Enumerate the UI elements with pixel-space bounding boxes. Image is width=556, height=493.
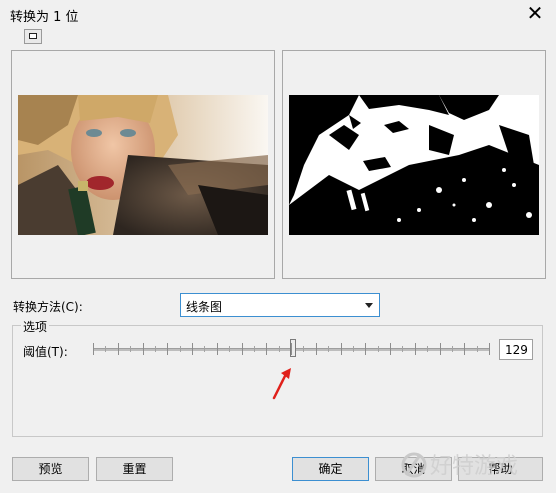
- conversion-method-label: 转换方法(C):: [13, 300, 83, 314]
- threshold-value-field[interactable]: 129: [499, 339, 533, 360]
- slider-minor-tick: [254, 346, 255, 352]
- split-view-icon[interactable]: [24, 29, 42, 44]
- slider-minor-tick: [402, 346, 403, 352]
- annotation-arrow-icon: [272, 368, 291, 400]
- slider-tick: [143, 343, 144, 355]
- close-button[interactable]: ✕: [524, 2, 546, 24]
- slider-tick: [464, 343, 465, 355]
- slider-minor-tick: [229, 346, 230, 352]
- slider-tick: [266, 343, 267, 355]
- slider-tick: [316, 343, 317, 355]
- slider-minor-tick: [477, 346, 478, 352]
- preview-button[interactable]: 预览: [12, 457, 89, 481]
- slider-minor-tick: [155, 346, 156, 352]
- slider-tick: [242, 343, 243, 355]
- slider-tick: [390, 343, 391, 355]
- options-group-title: 选项: [21, 318, 50, 335]
- slider-minor-tick: [427, 346, 428, 352]
- conversion-method-dropdown[interactable]: 线条图: [180, 293, 380, 317]
- original-preview-panel: [11, 50, 275, 279]
- threshold-label: 阈值(T):: [23, 345, 68, 359]
- slider-minor-tick: [303, 346, 304, 352]
- title-bar: 转换为 1 位 ✕: [0, 0, 556, 28]
- slider-tick: [291, 343, 292, 355]
- convert-to-1bit-dialog: 转换为 1 位 ✕ 转换方法(C): 线条图 选项 阈值(T): 129 预览 …: [0, 0, 556, 493]
- original-image: [18, 95, 268, 235]
- svg-text:好特游戏: 好特游戏: [430, 454, 518, 479]
- dialog-title: 转换为 1 位: [10, 10, 79, 25]
- result-preview-panel: [282, 50, 546, 279]
- conversion-method-value: 线条图: [186, 300, 223, 314]
- slider-tick: [341, 343, 342, 355]
- slider-minor-tick: [204, 346, 205, 352]
- slider-tick: [192, 343, 193, 355]
- slider-minor-tick: [452, 346, 453, 352]
- converted-image: [289, 95, 539, 235]
- slider-tick: [365, 343, 366, 355]
- slider-tick: [415, 343, 416, 355]
- reset-button[interactable]: 重置: [96, 457, 173, 481]
- threshold-value: 129: [505, 343, 528, 357]
- slider-minor-tick: [353, 346, 354, 352]
- ok-button[interactable]: 确定: [292, 457, 369, 481]
- slider-tick: [440, 343, 441, 355]
- watermark-logo: 好特游戏: [396, 437, 556, 487]
- slider-minor-tick: [180, 346, 181, 352]
- slider-minor-tick: [328, 346, 329, 352]
- slider-tick: [93, 343, 94, 355]
- slider-tick: [489, 343, 490, 355]
- slider-minor-tick: [105, 346, 106, 352]
- slider-minor-tick: [378, 346, 379, 352]
- chevron-down-icon: [365, 303, 373, 308]
- slider-minor-tick: [279, 346, 280, 352]
- slider-minor-tick: [130, 346, 131, 352]
- slider-tick: [118, 343, 119, 355]
- threshold-slider[interactable]: [93, 339, 490, 359]
- slider-tick: [217, 343, 218, 355]
- slider-tick: [167, 343, 168, 355]
